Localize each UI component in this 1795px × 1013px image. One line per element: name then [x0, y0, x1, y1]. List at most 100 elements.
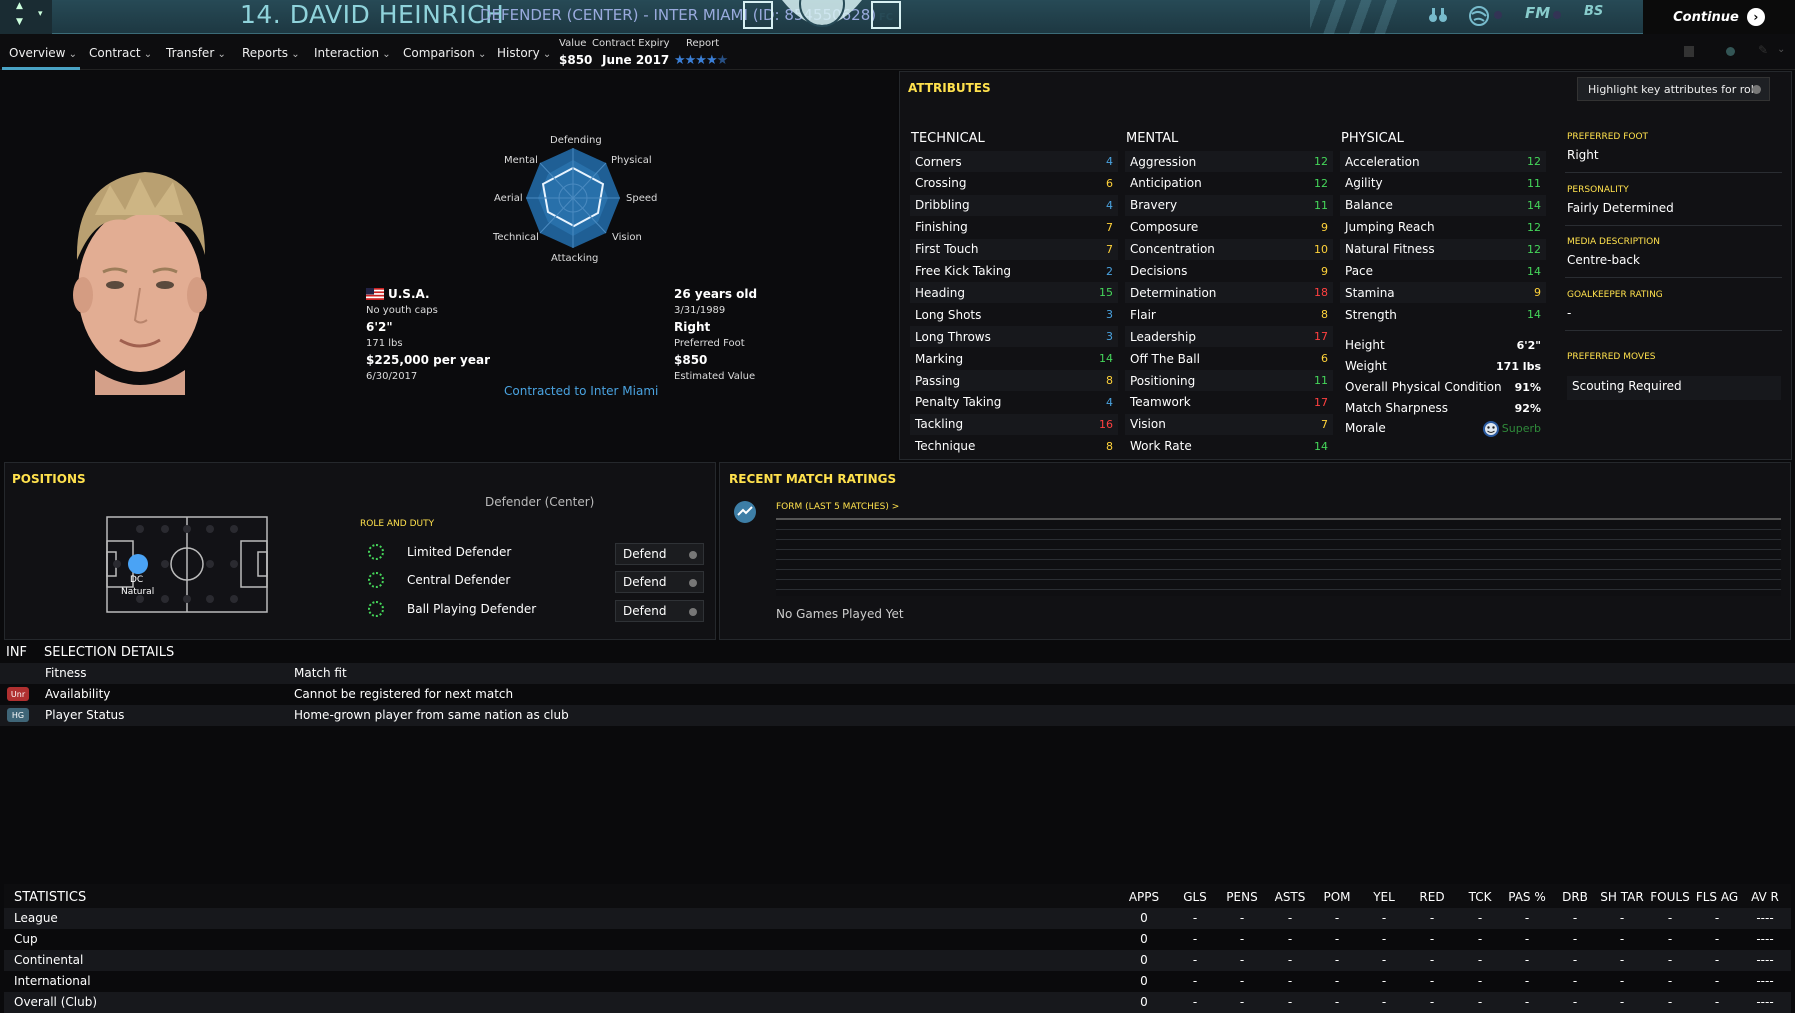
technical-attr-row[interactable]: Penalty Taking 4	[910, 392, 1118, 413]
physical-attr-row[interactable]: Pace 14	[1340, 261, 1546, 282]
physical-extra-row: Weight 171 lbs	[1340, 356, 1546, 376]
nationality[interactable]: U.S.A.	[388, 287, 430, 301]
technical-attr-row[interactable]: Crossing 6	[910, 173, 1118, 194]
physical-extra-name: Weight	[1345, 359, 1387, 373]
technical-attr-row[interactable]: Marking 14	[910, 348, 1118, 369]
nav-down-icon[interactable]: ▼	[16, 17, 23, 27]
report-stars[interactable]: ★★★★★	[674, 53, 728, 68]
stat-column-header[interactable]: ASTS	[1267, 890, 1313, 904]
side-info-heading: PREFERRED MOVES	[1567, 352, 1656, 362]
selection-row[interactable]: Unr Availability Cannot be registered for …	[0, 684, 1795, 705]
technical-attr-row[interactable]: Technique 8	[910, 436, 1118, 457]
technical-attr-row[interactable]: Long Shots 3	[910, 304, 1118, 325]
stat-column-header[interactable]: DRB	[1552, 890, 1598, 904]
tab-transfer[interactable]: Transfer	[166, 46, 226, 60]
stat-column-header[interactable]: FLS AG	[1694, 890, 1740, 904]
technical-attr-row[interactable]: Corners 4	[910, 151, 1118, 172]
tab-comparison[interactable]: Comparison	[403, 46, 486, 60]
technical-attr-value: 7	[1106, 242, 1113, 256]
stat-row-label: League	[14, 911, 58, 925]
mental-attr-row[interactable]: Flair 8	[1125, 304, 1333, 325]
mental-attr-row[interactable]: Composure 9	[1125, 217, 1333, 238]
duty-select[interactable]: Defend	[615, 600, 704, 622]
technical-attr-row[interactable]: Dribbling 4	[910, 194, 1118, 216]
bookmark-icon[interactable]	[1684, 46, 1694, 57]
mental-attr-row[interactable]: Decisions 9	[1125, 261, 1333, 282]
physical-attr-row[interactable]: Natural Fitness 12	[1340, 238, 1546, 260]
stat-cell: -	[1572, 911, 1578, 925]
status-dot-icon[interactable]	[1726, 47, 1735, 56]
mental-attr-row[interactable]: Determination 18	[1125, 282, 1333, 304]
physical-attr-row[interactable]: Strength 14	[1340, 304, 1546, 325]
technical-attr-row[interactable]: Passing 8	[910, 370, 1118, 391]
continue-button[interactable]: Continue ›	[1643, 0, 1795, 34]
highlight-attributes-toggle[interactable]: Highlight key attributes for role	[1577, 77, 1770, 101]
physical-attr-row[interactable]: Jumping Reach 12	[1340, 217, 1546, 238]
stat-column-header[interactable]: POM	[1314, 890, 1360, 904]
side-info-heading: GOALKEEPER RATING	[1567, 290, 1663, 300]
stat-column-header[interactable]: GLS	[1172, 890, 1218, 904]
mental-attr-row[interactable]: Positioning 11	[1125, 370, 1333, 391]
nav-dropdown-icon[interactable]: ▾	[38, 9, 43, 19]
bs-icon[interactable]: BS	[1584, 4, 1603, 19]
stat-column-header[interactable]: SH TAR	[1599, 890, 1645, 904]
selection-row[interactable]: Fitness Match fit	[0, 663, 1795, 684]
radar-label-attacking: Attacking	[551, 253, 599, 264]
mental-attr-name: Composure	[1130, 220, 1199, 235]
stat-column-header[interactable]: RED	[1409, 890, 1455, 904]
tab-history[interactable]: History	[497, 46, 551, 60]
role-name: Ball Playing Defender	[407, 602, 537, 616]
edit-icon[interactable]: ✎	[1758, 43, 1768, 57]
technical-attr-row[interactable]: Tackling 16	[910, 413, 1118, 435]
technical-attr-row[interactable]: Finishing 7	[910, 217, 1118, 238]
technical-attr-row[interactable]: Heading 15	[910, 282, 1118, 304]
binoculars-icon[interactable]	[1428, 6, 1448, 24]
stat-column-header[interactable]: YEL	[1361, 890, 1407, 904]
physical-attr-name: Natural Fitness	[1345, 242, 1435, 257]
technical-attr-row[interactable]: Long Throws 3	[910, 326, 1118, 348]
stat-column-header[interactable]: PAS %	[1504, 890, 1550, 904]
physical-attr-row[interactable]: Balance 14	[1340, 194, 1546, 216]
globe-icon[interactable]	[1468, 5, 1490, 27]
stat-column-header[interactable]: PENS	[1219, 890, 1265, 904]
mental-attr-row[interactable]: Work Rate 14	[1125, 436, 1333, 457]
technical-heading: TECHNICAL	[911, 131, 985, 146]
tab-overview[interactable]: Overview	[9, 46, 77, 60]
contracted-link[interactable]: Contracted to Inter Miami	[504, 384, 658, 398]
stat-column-header[interactable]: FOULS	[1647, 890, 1693, 904]
mental-attr-row[interactable]: Bravery 11	[1125, 194, 1333, 216]
value-label: Value	[559, 38, 587, 49]
stat-column-header[interactable]: TCK	[1457, 890, 1503, 904]
duty-select[interactable]: Defend	[615, 571, 704, 593]
technical-attr-name: Corners	[915, 154, 962, 169]
mental-attr-row[interactable]: Concentration 10	[1125, 238, 1333, 260]
more-chevron-icon[interactable]: ⌄	[1777, 44, 1785, 55]
technical-attr-row[interactable]: Free Kick Taking 2	[910, 261, 1118, 282]
tab-reports[interactable]: Reports	[242, 46, 300, 60]
fm-icon[interactable]: FM	[1525, 4, 1550, 22]
mental-attr-row[interactable]: Leadership 17	[1125, 326, 1333, 348]
mental-attr-row[interactable]: Vision 7	[1125, 413, 1333, 435]
physical-attr-row[interactable]: Acceleration 12	[1340, 151, 1546, 172]
mental-attr-value: 10	[1314, 242, 1328, 256]
duty-select[interactable]: Defend	[615, 543, 704, 565]
physical-attr-name: Balance	[1345, 198, 1393, 213]
tab-contract[interactable]: Contract	[89, 46, 152, 60]
stat-column-header[interactable]: APPS	[1121, 890, 1167, 904]
selection-row[interactable]: HG Player Status Home-grown player from sa…	[0, 705, 1795, 726]
stat-cell: -	[1429, 911, 1435, 925]
form-link[interactable]: FORM (LAST 5 MATCHES) >	[776, 502, 899, 512]
mental-attr-row[interactable]: Aggression 12	[1125, 151, 1333, 172]
mental-attr-row[interactable]: Teamwork 17	[1125, 392, 1333, 413]
technical-attr-row[interactable]: First Touch 7	[910, 238, 1118, 260]
mental-attr-row[interactable]: Off The Ball 6	[1125, 348, 1333, 369]
physical-attr-row[interactable]: Stamina 9	[1340, 282, 1546, 304]
physical-attr-row[interactable]: Agility 11	[1340, 173, 1546, 194]
form-chart-icon	[734, 501, 756, 523]
side-info-value: -	[1567, 306, 1572, 320]
mental-attr-name: Leadership	[1130, 329, 1196, 344]
nav-up-icon[interactable]: ▲	[16, 1, 23, 11]
tab-interaction[interactable]: Interaction	[314, 46, 391, 60]
mental-attr-row[interactable]: Anticipation 12	[1125, 173, 1333, 194]
stat-column-header[interactable]: AV R	[1742, 890, 1788, 904]
